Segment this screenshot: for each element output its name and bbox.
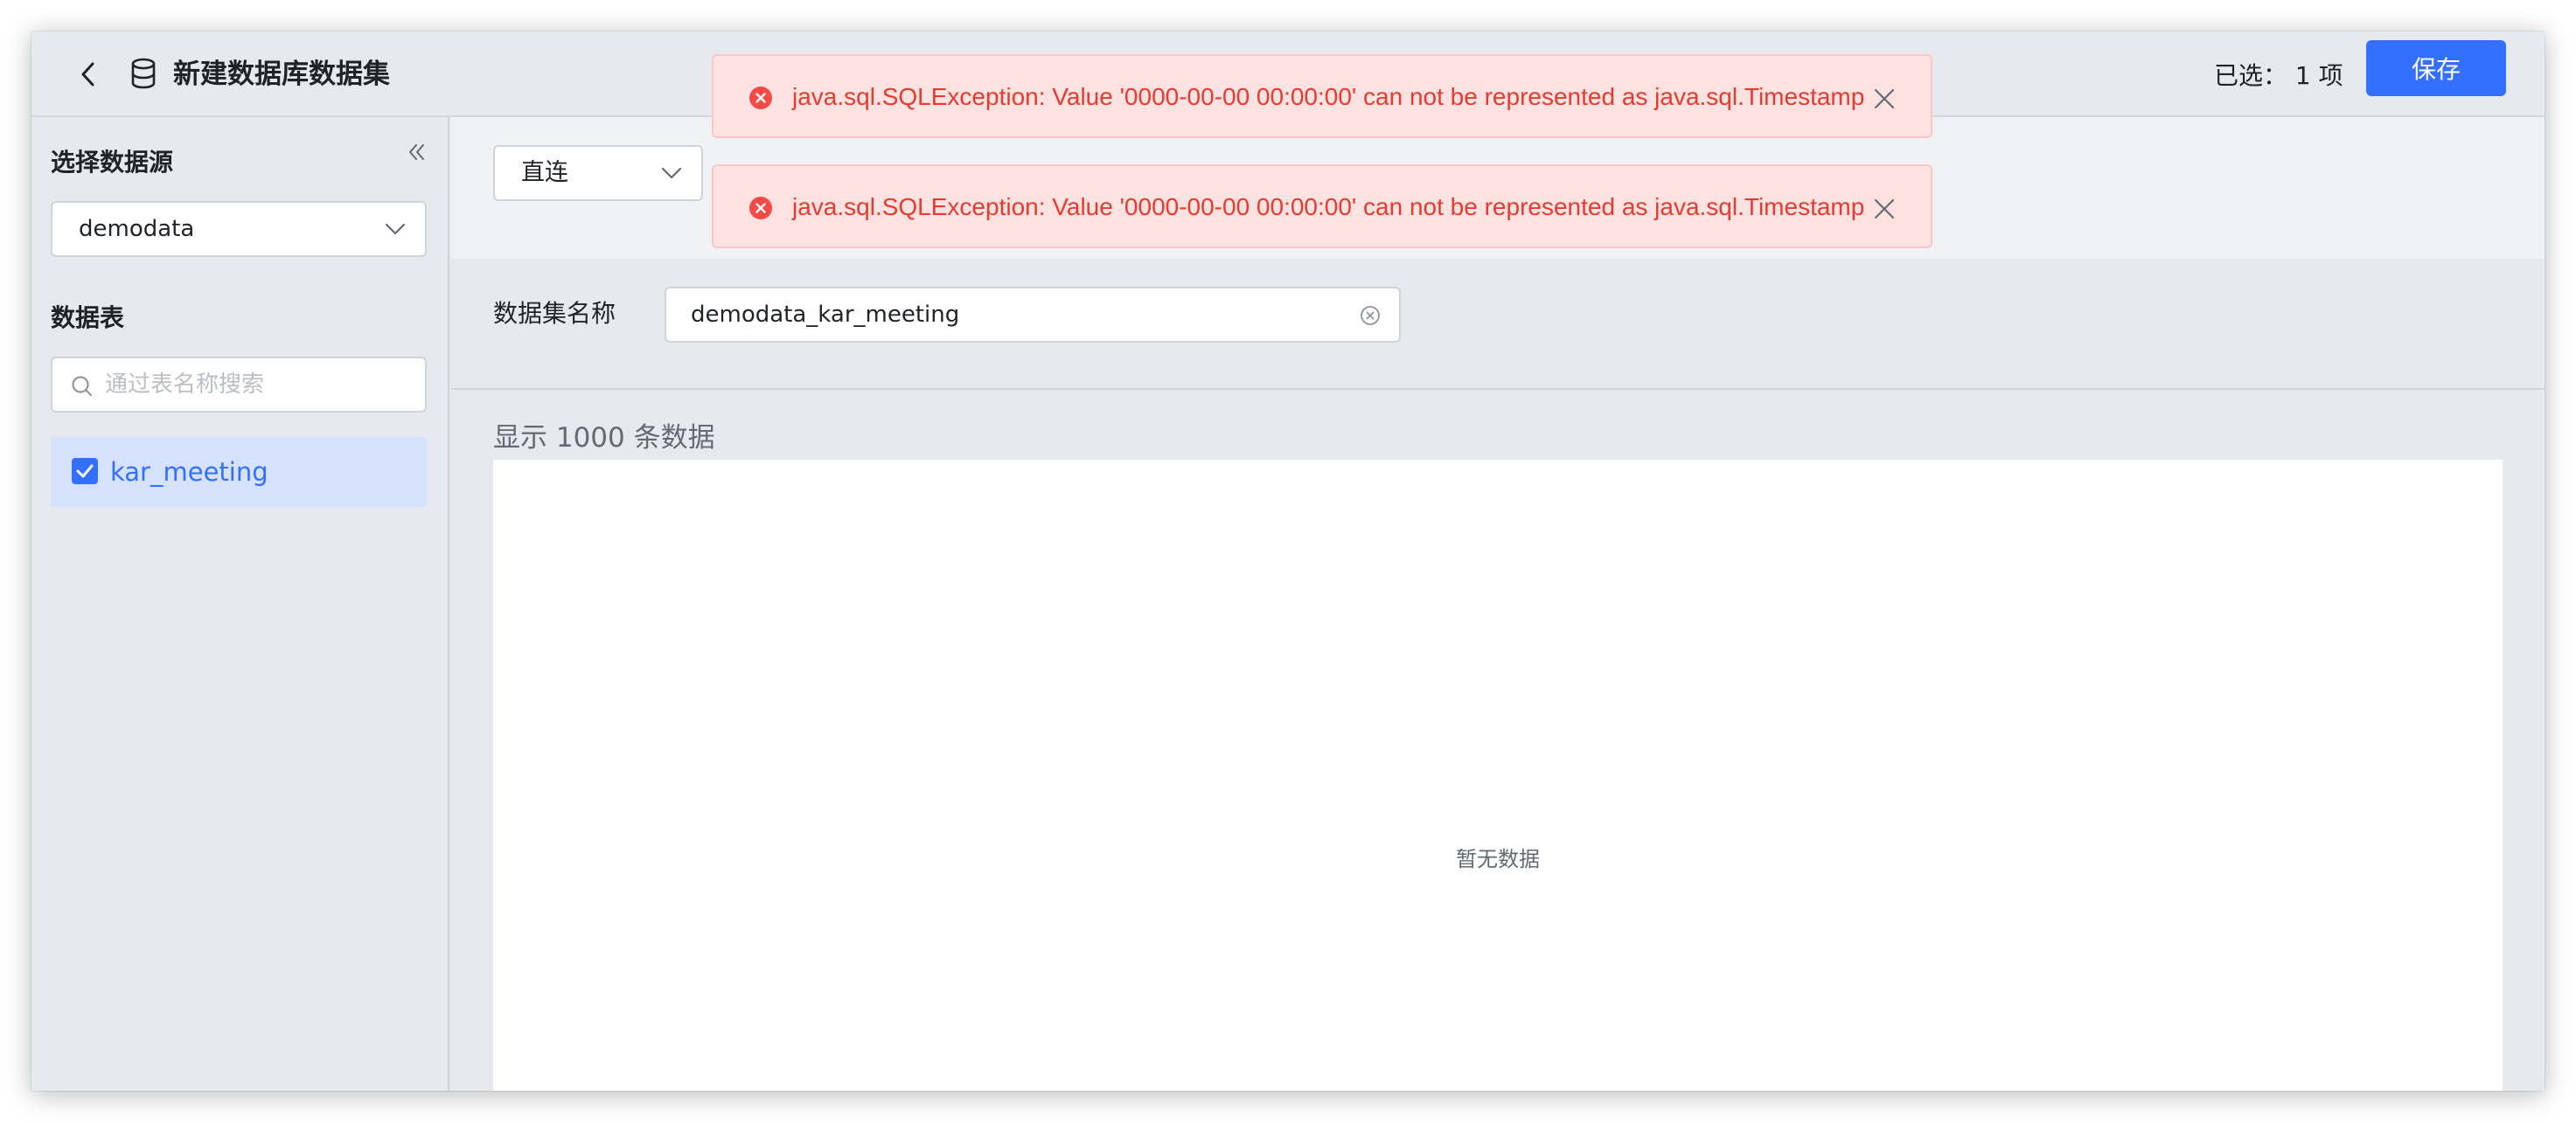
empty-state-text: 暂无数据 [1456,847,1540,871]
page-title: 新建数据库数据集 [173,59,390,90]
table-item-label: kar_meeting [110,457,268,487]
clear-icon[interactable] [1359,304,1382,327]
preview-table: 暂无数据 [493,460,2503,1091]
back-button[interactable] [68,54,108,94]
save-button[interactable]: 保存 [2366,40,2506,96]
selected-value: 1 项 [2294,61,2343,90]
close-icon[interactable] [1873,198,1896,220]
error-message: java.sql.SQLException: Value '0000-00-00… [792,193,1865,220]
datasource-value: demodata [79,216,195,242]
collapse-sidebar-icon[interactable] [404,140,428,164]
table-item-kar-meeting[interactable]: kar_meeting [51,437,427,507]
dataset-name-row: 数据集名称 [451,259,2545,390]
selected-count: 已选： 1 项 [2214,54,2343,98]
chevron-down-icon [385,223,406,235]
connection-mode-select[interactable]: 直连 [493,145,703,201]
chevron-down-icon [661,167,682,179]
dataset-name-input[interactable] [691,295,1338,334]
error-toast: java.sql.SQLException: Value '0000-00-00… [712,164,1932,248]
dataset-editor-window: 新建数据库数据集 已选： 1 项 保存 选择数据源 demodata 数据表 通… [31,31,2545,1091]
database-icon [131,58,156,89]
table-search-input[interactable] [105,365,411,404]
table-checkbox[interactable] [72,458,98,484]
check-icon [76,464,94,478]
table-search-box [51,357,427,413]
error-icon [749,87,772,109]
close-icon[interactable] [1873,87,1896,110]
connection-mode-value: 直连 [521,159,568,186]
error-toast: java.sql.SQLException: Value '0000-00-00… [712,54,1932,138]
search-icon [72,376,93,397]
dataset-name-label: 数据集名称 [493,299,616,328]
tables-title: 数据表 [51,303,125,332]
chevron-left-icon [81,62,94,87]
dataset-name-field [665,287,1401,343]
sidebar: 选择数据源 demodata 数据表 kar_meeting [31,117,449,1091]
datasource-select[interactable]: demodata [51,201,427,257]
error-icon [749,197,772,219]
selected-label: 已选： [2214,61,2288,90]
datasource-title: 选择数据源 [51,148,174,177]
error-message: java.sql.SQLException: Value '0000-00-00… [792,83,1865,110]
